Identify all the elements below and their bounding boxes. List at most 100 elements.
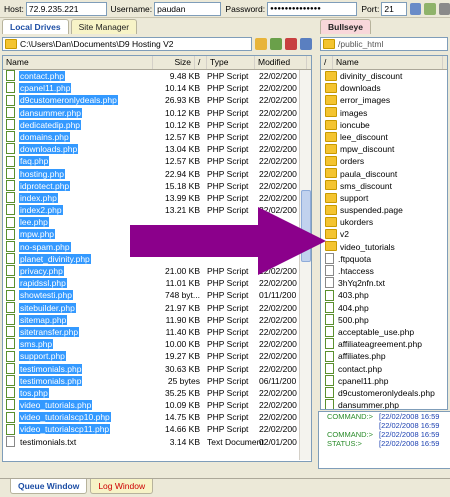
refresh-local-icon[interactable]: [300, 38, 312, 50]
column-size[interactable]: Size: [153, 56, 195, 69]
list-item[interactable]: contact.php: [321, 363, 447, 375]
tab-local-drives[interactable]: Local Drives: [2, 19, 69, 34]
new-folder-icon[interactable]: [270, 38, 282, 50]
table-row[interactable]: testimonials.php30.63 KBPHP Script22/02/…: [3, 363, 311, 375]
up-folder-icon[interactable]: [255, 38, 267, 50]
column-modified[interactable]: Modified: [255, 56, 307, 69]
list-item[interactable]: paula_discount: [321, 168, 447, 180]
list-item[interactable]: mpw_discount: [321, 143, 447, 155]
host-input[interactable]: 72.9.235.221: [26, 2, 107, 16]
list-item[interactable]: divinity_discount: [321, 70, 447, 82]
file-name: testimonials.php: [19, 364, 82, 374]
log-panel: COMMAND:>[22/02/2008 16:59[22/02/2008 16…: [318, 411, 450, 469]
table-row[interactable]: idprotect.php15.18 KBPHP Script22/02/200: [3, 180, 311, 192]
table-row[interactable]: downloads.php13.04 KBPHP Script22/02/200: [3, 143, 311, 155]
table-row[interactable]: testimonials.txt3.14 KBText Document02/0…: [3, 436, 311, 448]
table-row[interactable]: lee.php: [3, 216, 311, 228]
table-row[interactable]: showtesti.php748 byt...PHP Script01/11/2…: [3, 289, 311, 301]
list-item[interactable]: lee_discount: [321, 131, 447, 143]
remote-sort-indicator: /: [321, 56, 333, 69]
connect-icon[interactable]: [410, 3, 422, 15]
list-item[interactable]: d9customeronlydeals.php: [321, 387, 447, 399]
table-row[interactable]: privacy.php21.00 KBPHP Script22/02/200: [3, 265, 311, 277]
file-name-cell: sitemap.php: [3, 314, 153, 326]
table-row[interactable]: rapidssl.php11.01 KBPHP Script22/02/200: [3, 277, 311, 289]
table-row[interactable]: video_tutorialscp10.php14.75 KBPHP Scrip…: [3, 411, 311, 423]
list-item[interactable]: ukorders: [321, 216, 447, 228]
table-row[interactable]: no-spam.php: [3, 241, 311, 253]
php-file-icon: [6, 241, 15, 252]
port-input[interactable]: 21: [381, 2, 406, 16]
table-row[interactable]: sitemap.php11.90 KBPHP Script22/02/200: [3, 314, 311, 326]
file-type: PHP Script: [203, 168, 255, 180]
table-row[interactable]: video_tutorialscp11.php14.66 KBPHP Scrip…: [3, 423, 311, 435]
table-row[interactable]: testimonials.php25 bytesPHP Script06/11/…: [3, 375, 311, 387]
tab-bullseye[interactable]: Bullseye: [320, 19, 371, 34]
file-size: 21.97 KB: [153, 302, 203, 314]
tab-site-manager[interactable]: Site Manager: [71, 19, 138, 34]
list-item[interactable]: affiliateagreement.php: [321, 338, 447, 350]
column-name[interactable]: Name: [3, 56, 153, 69]
list-item[interactable]: error_images: [321, 94, 447, 106]
column-sort[interactable]: /: [195, 56, 207, 69]
list-item[interactable]: orders: [321, 155, 447, 167]
list-item[interactable]: 500.php: [321, 314, 447, 326]
local-scrollbar[interactable]: [299, 70, 311, 460]
table-row[interactable]: index2.php13.21 KBPHP Script22/02/200: [3, 204, 311, 216]
list-item[interactable]: .ftpquota: [321, 253, 447, 265]
list-item[interactable]: downloads: [321, 82, 447, 94]
table-row[interactable]: dansummer.php10.12 KBPHP Script22/02/200: [3, 107, 311, 119]
table-row[interactable]: planet_divinity.php: [3, 253, 311, 265]
username-input[interactable]: paudan: [154, 2, 221, 16]
remote-file-list[interactable]: / Name divinity_discountdownloadserror_i…: [320, 55, 448, 410]
list-item[interactable]: affiliates.php: [321, 350, 447, 362]
table-row[interactable]: mpw.php: [3, 228, 311, 240]
list-item[interactable]: support: [321, 192, 447, 204]
local-file-list[interactable]: Name Size / Type Modified contact.php9.4…: [2, 55, 312, 462]
list-item[interactable]: v2: [321, 228, 447, 240]
list-item[interactable]: cpanel11.php: [321, 375, 447, 387]
table-row[interactable]: dedicatedip.php10.12 KBPHP Script22/02/2…: [3, 119, 311, 131]
table-row[interactable]: domains.php12.57 KBPHP Script22/02/200: [3, 131, 311, 143]
table-row[interactable]: d9customeronlydeals.php26.93 KBPHP Scrip…: [3, 94, 311, 106]
tab-queue-window[interactable]: Queue Window: [10, 479, 87, 494]
username-label: Username:: [111, 4, 153, 14]
list-item[interactable]: 404.php: [321, 302, 447, 314]
table-row[interactable]: sms.php10.00 KBPHP Script22/02/200: [3, 338, 311, 350]
table-row[interactable]: sitetransfer.php11.40 KBPHP Script22/02/…: [3, 326, 311, 338]
column-type[interactable]: Type: [207, 56, 255, 69]
list-item[interactable]: 403.php: [321, 289, 447, 301]
list-item[interactable]: dansummer.php: [321, 399, 447, 410]
table-row[interactable]: video_tutorials.php10.09 KBPHP Script22/…: [3, 399, 311, 411]
tab-log-window[interactable]: Log Window: [90, 479, 153, 494]
local-path-input[interactable]: C:\Users\Dan\Documents\D9 Hosting V2: [2, 37, 252, 51]
remote-path-input[interactable]: /public_html: [320, 37, 448, 51]
table-row[interactable]: sitebuilder.php21.97 KBPHP Script22/02/2…: [3, 302, 311, 314]
password-input[interactable]: ●●●●●●●●●●●●●●: [267, 2, 357, 16]
file-name: sitemap.php: [19, 315, 67, 325]
list-item[interactable]: video_tutorials: [321, 241, 447, 253]
table-row[interactable]: index.php13.99 KBPHP Script22/02/200: [3, 192, 311, 204]
delete-icon[interactable]: [285, 38, 297, 50]
table-row[interactable]: faq.php12.57 KBPHP Script22/02/200: [3, 155, 311, 167]
file-modified: [255, 241, 305, 253]
table-row[interactable]: cpanel11.php10.14 KBPHP Script22/02/200: [3, 82, 311, 94]
list-item[interactable]: sms_discount: [321, 180, 447, 192]
list-item[interactable]: ioncube: [321, 119, 447, 131]
table-row[interactable]: hosting.php22.94 KBPHP Script22/02/200: [3, 168, 311, 180]
list-item[interactable]: images: [321, 107, 447, 119]
refresh-icon[interactable]: [424, 3, 436, 15]
file-name-cell: testimonials.php: [3, 375, 153, 387]
list-item[interactable]: 3hYq2nfn.txt: [321, 277, 447, 289]
table-row[interactable]: contact.php9.48 KBPHP Script22/02/200: [3, 70, 311, 82]
list-item[interactable]: .htaccess: [321, 265, 447, 277]
local-scroll-thumb[interactable]: [301, 190, 311, 262]
list-item[interactable]: acceptable_use.php: [321, 326, 447, 338]
remote-column-name[interactable]: Name: [333, 56, 443, 69]
settings-icon[interactable]: [439, 3, 450, 15]
file-size: [153, 216, 203, 228]
table-row[interactable]: tos.php35.25 KBPHP Script22/02/200: [3, 387, 311, 399]
list-item[interactable]: suspended.page: [321, 204, 447, 216]
log-line: COMMAND:>[22/02/2008 16:59: [319, 412, 450, 421]
table-row[interactable]: support.php19.27 KBPHP Script22/02/200: [3, 350, 311, 362]
